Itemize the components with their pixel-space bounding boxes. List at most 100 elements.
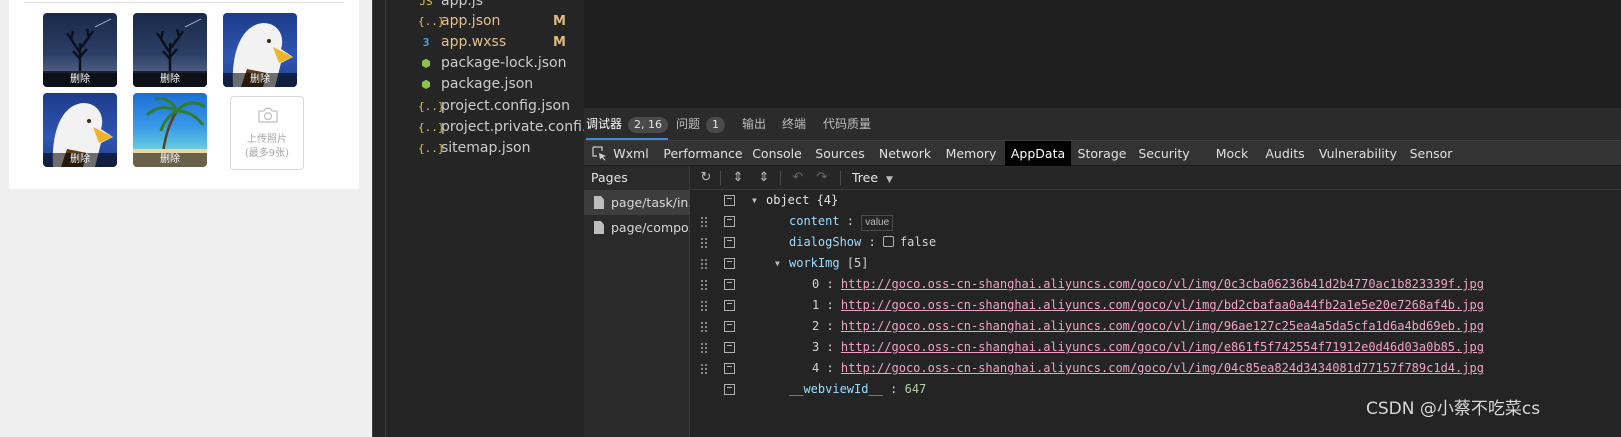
upload-photo-button[interactable]: 上传照片 (最多9张) — [230, 96, 304, 170]
drag-handle-icon[interactable] — [700, 279, 708, 290]
json-file-icon: {..} — [418, 141, 445, 155]
file-item-package-json[interactable]: ⬢ package.json — [418, 74, 533, 94]
collapse-box-icon[interactable] — [724, 363, 735, 374]
page-item[interactable]: page/task/in... — [584, 190, 690, 215]
tree-row-workimg-item[interactable]: 0 : http://goco.oss-cn-shanghai.aliyuncs… — [690, 274, 1621, 295]
drag-handle-icon[interactable] — [700, 237, 708, 248]
tree-row-root[interactable]: ▼ object {4} — [690, 190, 1621, 211]
delete-image-button[interactable]: 删除 — [43, 73, 117, 87]
camera-icon — [258, 107, 278, 123]
tree-row-workimg-item[interactable]: 1 : http://goco.oss-cn-shanghai.aliyuncs… — [690, 295, 1621, 316]
inspect-element-icon[interactable] — [592, 146, 607, 161]
tab-security[interactable]: Security — [1134, 141, 1194, 166]
tab-network[interactable]: Network — [874, 141, 936, 166]
collapse-box-icon[interactable] — [724, 237, 735, 248]
tree-row-dialogshow[interactable]: dialogShow : false — [690, 232, 1621, 253]
uploaded-image-thumbnail[interactable]: 删除 — [223, 13, 297, 87]
redo-icon[interactable]: ↷ — [814, 170, 830, 186]
collapse-box-icon[interactable] — [724, 195, 735, 206]
json-file-icon: {..} — [418, 14, 445, 28]
drag-handle-icon[interactable] — [700, 300, 708, 311]
tab-memory[interactable]: Memory — [942, 141, 1000, 166]
tab-storage[interactable]: Storage — [1076, 141, 1128, 166]
tab-performance[interactable]: Performance — [662, 141, 744, 166]
drag-handle-icon[interactable] — [700, 258, 708, 269]
tree-row-workimg[interactable]: ▼ workImg [5] — [690, 253, 1621, 274]
boolean-checkbox[interactable] — [882, 236, 894, 247]
devtools-panel: 调试器 2, 16 问题 1 输出 终端 代码质量 Wxml Performance… — [584, 108, 1621, 437]
collapse-box-icon[interactable] — [724, 216, 735, 227]
page-item[interactable]: page/compo... — [584, 215, 690, 240]
delete-image-button[interactable]: 删除 — [223, 73, 297, 87]
tab-terminal[interactable]: 终端 — [782, 108, 806, 140]
collapse-box-icon[interactable] — [724, 300, 735, 311]
value-input[interactable]: value — [861, 215, 894, 231]
expanded-arrow-icon[interactable]: ▼ — [752, 190, 757, 211]
collapse-all-icon[interactable]: ⇕ — [730, 170, 746, 186]
tab-wxml[interactable]: Wxml — [608, 141, 654, 166]
expand-all-icon[interactable]: ⇕ — [756, 170, 772, 186]
view-mode-select[interactable]: Tree ▼ — [852, 166, 893, 190]
modified-badge: M — [553, 13, 566, 29]
tab-code-quality[interactable]: 代码质量 — [823, 108, 871, 140]
package-file-icon: ⬢ — [421, 77, 431, 91]
collapse-box-icon[interactable] — [724, 258, 735, 269]
refresh-icon[interactable]: ↻ — [698, 170, 714, 186]
delete-image-button[interactable]: 删除 — [133, 153, 207, 167]
devtools-panel-tabs: Wxml Performance Console Sources Network… — [584, 140, 1621, 166]
image-url-link[interactable]: http://goco.oss-cn-shanghai.aliyuncs.com… — [841, 277, 1484, 291]
drag-handle-icon[interactable] — [700, 363, 708, 374]
upload-label: 上传照片 (最多9张) — [244, 134, 290, 159]
image-url-link[interactable]: http://goco.oss-cn-shanghai.aliyuncs.com… — [841, 340, 1484, 354]
tab-sources[interactable]: Sources — [812, 141, 868, 166]
tab-mock[interactable]: Mock — [1210, 141, 1254, 166]
expanded-arrow-icon[interactable]: ▼ — [775, 253, 780, 274]
debugger-count-badge: 2, 16 — [628, 117, 669, 133]
file-item-app-wxss[interactable]: 3 app.wxss M — [418, 32, 566, 52]
file-item-sitemap-json[interactable]: {..} sitemap.json — [418, 138, 530, 158]
devtools-top-tabs: 调试器 2, 16 问题 1 输出 终端 代码质量 — [584, 108, 1621, 140]
collapse-box-icon[interactable] — [724, 321, 735, 332]
drag-handle-icon[interactable] — [700, 342, 708, 353]
appdata-toolbar: ↻ ⇕ ⇕ ↶ ↷ Tree ▼ — [690, 166, 1621, 190]
uploaded-image-thumbnail[interactable]: 删除 — [43, 13, 117, 87]
tab-audits[interactable]: Audits — [1260, 141, 1310, 166]
image-url-link[interactable]: http://goco.oss-cn-shanghai.aliyuncs.com… — [841, 298, 1484, 312]
document-icon — [594, 196, 604, 209]
tree-row-workimg-item[interactable]: 3 : http://goco.oss-cn-shanghai.aliyuncs… — [690, 337, 1621, 358]
delete-image-button[interactable]: 删除 — [133, 73, 207, 87]
delete-image-button[interactable]: 删除 — [43, 153, 117, 167]
tree-row-workimg-item[interactable]: 2 : http://goco.oss-cn-shanghai.aliyuncs… — [690, 316, 1621, 337]
issues-count-badge: 1 — [706, 117, 726, 133]
modified-badge: M — [553, 34, 566, 50]
json-file-icon: {..} — [418, 99, 445, 113]
tab-vulnerability[interactable]: Vulnerability — [1316, 141, 1400, 166]
uploaded-image-thumbnail[interactable]: 删除 — [133, 93, 207, 167]
tab-output[interactable]: 输出 — [742, 108, 766, 140]
uploaded-image-thumbnail[interactable]: 删除 — [43, 93, 117, 167]
drag-handle-icon[interactable] — [700, 321, 708, 332]
tab-debugger[interactable]: 调试器 2, 16 — [586, 108, 669, 140]
tree-row-workimg-item[interactable]: 4 : http://goco.oss-cn-shanghai.aliyuncs… — [690, 358, 1621, 379]
collapse-box-icon[interactable] — [724, 279, 735, 290]
uploaded-image-thumbnail[interactable]: 删除 — [133, 13, 207, 87]
file-item-package-lock-json[interactable]: ⬢ package-lock.json — [418, 53, 566, 73]
tab-sensor[interactable]: Sensor — [1406, 141, 1456, 166]
file-item-project-private-config[interactable]: {..} project.private.confi... — [418, 117, 595, 137]
tab-appdata[interactable]: AppData — [1005, 141, 1071, 166]
collapse-box-icon[interactable] — [724, 384, 735, 395]
drag-handle-icon[interactable] — [700, 216, 708, 227]
tree-row-content[interactable]: content : value — [690, 211, 1621, 232]
caret-down-icon: ▼ — [886, 175, 893, 185]
collapse-box-icon[interactable] — [724, 342, 735, 353]
image-url-link[interactable]: http://goco.oss-cn-shanghai.aliyuncs.com… — [841, 361, 1484, 375]
image-url-link[interactable]: http://goco.oss-cn-shanghai.aliyuncs.com… — [841, 319, 1484, 333]
file-item-app-json[interactable]: {..} app.json M — [418, 11, 566, 31]
tab-console[interactable]: Console — [748, 141, 806, 166]
file-item-app-js[interactable]: JS app.js — [418, 0, 483, 11]
file-item-project-config-json[interactable]: {..} project.config.json — [418, 96, 570, 116]
undo-icon[interactable]: ↶ — [790, 170, 806, 186]
tab-issues[interactable]: 问题 1 — [676, 108, 726, 140]
divider — [24, 2, 344, 3]
js-file-icon: JS — [419, 0, 433, 8]
